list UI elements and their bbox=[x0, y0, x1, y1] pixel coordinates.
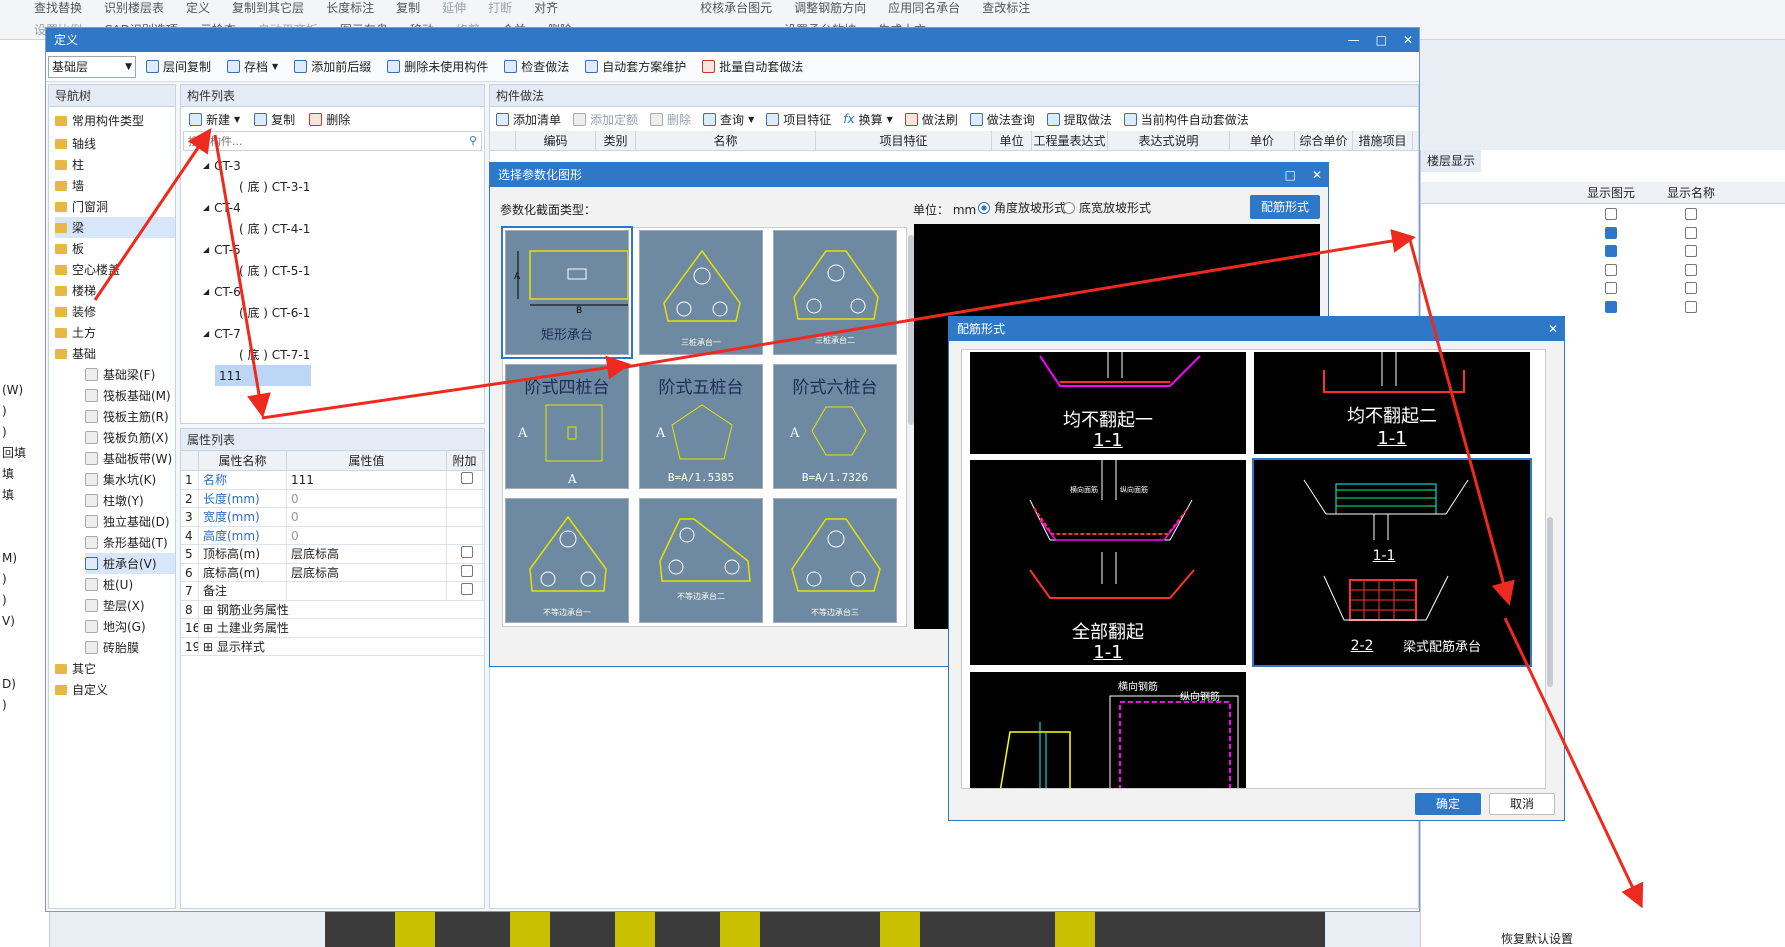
annotation-arrows bbox=[93, 128, 1644, 909]
arrow-rect-cap-to-rebar-button bbox=[619, 229, 1416, 370]
arrow-button-to-beam-cap bbox=[1408, 239, 1515, 606]
arrow-to-new-button bbox=[93, 128, 212, 301]
arrow-new-to-item bbox=[213, 134, 271, 418]
arrow-beam-cap-to-ok bbox=[1503, 617, 1644, 909]
arrow-item-to-rect-cap bbox=[261, 355, 631, 420]
